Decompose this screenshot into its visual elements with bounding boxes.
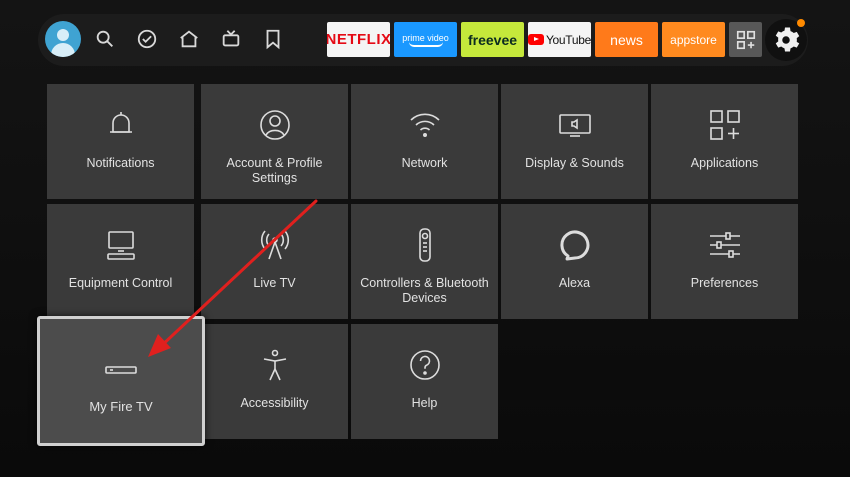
antenna-icon xyxy=(258,228,292,262)
tile-label: Live TV xyxy=(253,276,296,290)
netflix-app-tile[interactable]: NETFLIX xyxy=(327,22,390,57)
tile-network[interactable]: Network xyxy=(351,84,498,199)
prime-video-app-tile[interactable]: prime video xyxy=(394,22,457,57)
fire-tv-device-icon xyxy=(104,353,138,387)
tile-label: Equipment Control xyxy=(68,276,173,290)
home-icon[interactable] xyxy=(178,28,200,50)
tile-display-sounds[interactable]: Display & Sounds xyxy=(501,84,648,199)
bookmark-icon[interactable] xyxy=(262,28,284,50)
applications-icon xyxy=(708,108,742,142)
tile-live-tv[interactable]: Live TV xyxy=(201,204,348,319)
prime-smile-icon xyxy=(408,42,443,47)
netflix-label: NETFLIX xyxy=(327,31,390,48)
freevee-app-tile[interactable]: freevee xyxy=(461,22,524,57)
tile-applications[interactable]: Applications xyxy=(651,84,798,199)
bell-icon xyxy=(104,108,138,142)
youtube-app-tile[interactable]: YouTube xyxy=(528,22,591,57)
account-icon xyxy=(258,108,292,142)
wifi-icon xyxy=(408,108,442,142)
notification-dot xyxy=(797,19,805,27)
tile-label: Notifications xyxy=(86,156,155,170)
tile-account-profile-settings[interactable]: Account & Profile Settings xyxy=(201,84,348,199)
settings-gear-icon xyxy=(775,27,800,52)
tile-equipment-control[interactable]: Equipment Control xyxy=(47,204,194,319)
tile-controllers-bluetooth[interactable]: Controllers & Bluetooth Devices xyxy=(351,204,498,319)
tile-label: Applications xyxy=(690,156,759,170)
youtube-play-icon xyxy=(528,34,544,45)
news-app-tile[interactable]: news xyxy=(595,22,658,57)
tile-alexa[interactable]: Alexa xyxy=(501,204,648,319)
tile-label: Help xyxy=(411,396,438,410)
tile-label: Accessibility xyxy=(240,396,309,410)
appstore-label: appstore xyxy=(670,32,717,47)
search-icon[interactable] xyxy=(94,28,116,50)
equipment-icon xyxy=(104,228,138,262)
appstore-app-tile[interactable]: appstore xyxy=(662,22,725,57)
alexa-icon xyxy=(558,228,592,262)
tile-label: Preferences xyxy=(690,276,759,290)
tile-help[interactable]: Help xyxy=(351,324,498,439)
tile-label: My Fire TV xyxy=(89,399,153,414)
tile-preferences[interactable]: Preferences xyxy=(651,204,798,319)
all-apps-button[interactable] xyxy=(729,22,762,57)
display-sound-icon xyxy=(558,108,592,142)
tile-accessibility[interactable]: Accessibility xyxy=(201,324,348,439)
check-circle-icon[interactable] xyxy=(136,28,158,50)
news-label: news xyxy=(610,31,643,48)
tile-label: Controllers & Bluetooth Devices xyxy=(360,276,489,305)
tile-label: Network xyxy=(401,156,448,170)
live-tv-icon[interactable] xyxy=(220,28,242,50)
fire-tv-settings-screen: NETFLIX prime video freevee YouTube news… xyxy=(0,0,850,477)
tile-label: Alexa xyxy=(558,276,591,290)
tile-label: Account & Profile Settings xyxy=(226,156,323,185)
apps-grid-icon xyxy=(736,30,755,49)
profile-avatar[interactable] xyxy=(45,21,81,57)
remote-icon xyxy=(408,228,442,262)
freevee-label: freevee xyxy=(467,31,518,48)
help-icon xyxy=(408,348,442,382)
accessibility-icon xyxy=(258,348,292,382)
sliders-icon xyxy=(708,228,742,262)
tile-notifications[interactable]: Notifications xyxy=(47,84,194,199)
tile-my-fire-tv[interactable]: My Fire TV xyxy=(37,316,205,446)
youtube-label: YouTube xyxy=(545,32,591,47)
tile-label: Display & Sounds xyxy=(525,156,624,170)
